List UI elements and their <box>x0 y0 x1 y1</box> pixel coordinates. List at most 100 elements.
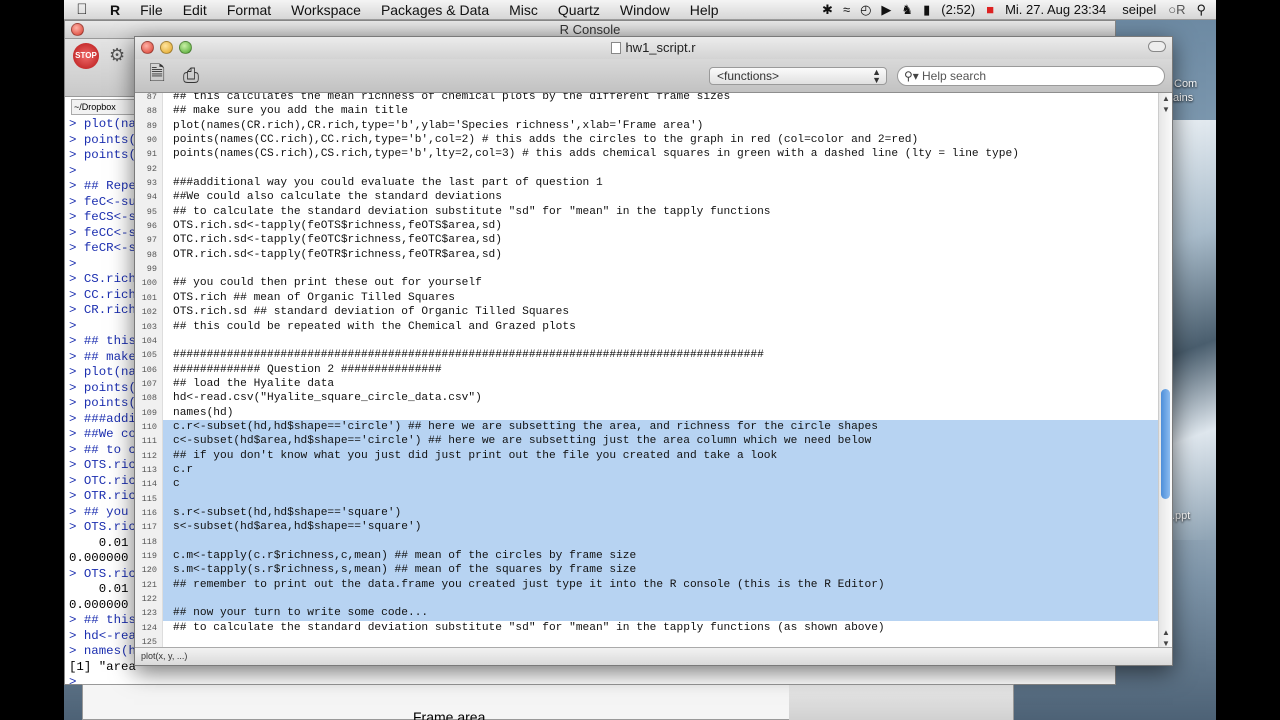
code-line[interactable]: 99 <box>135 262 1159 276</box>
code-text[interactable] <box>163 491 1159 506</box>
help-search-input[interactable]: ⚲▾ Help search <box>897 66 1165 86</box>
code-text[interactable]: ## make sure you add the main title <box>163 104 1159 118</box>
code-line[interactable]: 98 OTR.rich.sd<-tapply(feOTR$richness,feO… <box>135 248 1159 262</box>
code-text[interactable]: OTC.rich.sd<-tapply(feOTC$richness,feOTC… <box>163 233 1159 247</box>
code-text[interactable]: ##We could also calculate the standard d… <box>163 190 1159 204</box>
code-text[interactable]: ## remember to print out the data.frame … <box>163 577 1159 593</box>
wifi-icon[interactable]: ≈ <box>838 2 855 17</box>
code-line[interactable]: 106 ############# Question 2 ############… <box>135 363 1159 377</box>
code-text[interactable]: ## this could be repeated with the Chemi… <box>163 320 1159 334</box>
menu-misc[interactable]: Misc <box>499 2 548 18</box>
code-text[interactable]: OTR.rich.sd<-tapply(feOTR$richness,feOTR… <box>163 248 1159 262</box>
minimize-icon[interactable] <box>160 41 173 54</box>
code-line[interactable]: 114 c <box>135 477 1159 492</box>
code-lines[interactable]: 87 ## this calculates the mean richness o… <box>135 93 1159 649</box>
bluetooth-icon[interactable]: ✱ <box>817 2 838 18</box>
code-text[interactable]: s.m<-tapply(s.r$richness,s,mean) ## mean… <box>163 563 1159 578</box>
console-toolbar-icon[interactable]: ⚙ <box>109 45 135 67</box>
code-text[interactable]: ## load the Hyalite data <box>163 377 1159 391</box>
user-name[interactable]: seipel <box>1112 2 1162 17</box>
code-text[interactable]: OTS.rich ## mean of Organic Tilled Squar… <box>163 291 1159 305</box>
desktop-file-label[interactable]: tains <box>1170 92 1193 104</box>
code-text[interactable]: names(hd) <box>163 406 1159 420</box>
code-line[interactable]: 122 <box>135 592 1159 607</box>
code-line[interactable]: 93 ###additional way you could evaluate t… <box>135 176 1159 190</box>
zoom-icon[interactable] <box>179 41 192 54</box>
code-line[interactable]: 92 <box>135 162 1159 176</box>
code-line[interactable]: 112 ## if you don't know what you just di… <box>135 448 1159 463</box>
code-editor[interactable]: 87 ## this calculates the mean richness o… <box>135 93 1159 649</box>
code-line[interactable]: 100 ## you could then print these out for… <box>135 276 1159 290</box>
scrollbar-thumb[interactable] <box>1161 389 1170 499</box>
code-text[interactable] <box>163 262 1159 276</box>
code-text[interactable]: c.r <box>163 462 1159 478</box>
code-line[interactable]: 94 ##We could also calculate the standard… <box>135 190 1159 204</box>
code-line[interactable]: 119 c.m<-tapply(c.r$richness,c,mean) ## m… <box>135 549 1159 564</box>
code-text[interactable]: ## you could then print these out for yo… <box>163 276 1159 290</box>
scroll-down-icon[interactable]: ▼ <box>1159 105 1173 114</box>
code-line[interactable]: 95 ## to calculate the standard deviation… <box>135 205 1159 219</box>
r-status-menu[interactable]: ○R <box>1162 2 1191 17</box>
print-icon[interactable]: ⎙ <box>177 62 205 90</box>
code-text[interactable]: points(names(CS.rich),CS.rich,type='b',l… <box>163 147 1159 161</box>
code-line[interactable]: 110 c.r<-subset(hd,hd$shape=='circle') ##… <box>135 419 1159 435</box>
code-line[interactable]: 109 names(hd) <box>135 406 1159 420</box>
menu-packages-data[interactable]: Packages & Data <box>371 2 499 18</box>
close-icon[interactable] <box>141 41 154 54</box>
code-text[interactable]: c.r<-subset(hd,hd$shape=='circle') ## he… <box>163 419 1159 435</box>
code-text[interactable] <box>163 592 1159 607</box>
code-line[interactable]: 108 hd<-read.csv("Hyalite_square_circle_d… <box>135 391 1159 405</box>
code-line[interactable]: 97 OTC.rich.sd<-tapply(feOTC$richness,feO… <box>135 233 1159 247</box>
code-line[interactable]: 105 #####################################… <box>135 348 1159 362</box>
menu-app-name[interactable]: R <box>100 2 130 18</box>
code-line[interactable]: 90 points(names(CC.rich),CC.rich,type='b'… <box>135 133 1159 147</box>
console-working-dir[interactable]: ~/Dropbox <box>71 99 141 115</box>
code-text[interactable] <box>163 334 1159 348</box>
input-flag-icon[interactable]: ■ <box>981 2 999 17</box>
battery-time[interactable]: (2:52) <box>935 2 981 17</box>
clock[interactable]: Mi. 27. Aug 23:34 <box>999 2 1112 17</box>
code-text[interactable]: hd<-read.csv("Hyalite_square_circle_data… <box>163 391 1159 405</box>
code-line[interactable]: 104 <box>135 334 1159 348</box>
stop-button[interactable]: STOP <box>73 43 99 69</box>
scroll-up-bottom-icon[interactable]: ▲ <box>1159 628 1173 637</box>
code-line[interactable]: 91 points(names(CS.rich),CS.rich,type='b'… <box>135 147 1159 161</box>
code-text[interactable]: ## if you don't know what you just did j… <box>163 448 1159 463</box>
menu-workspace[interactable]: Workspace <box>281 2 371 18</box>
code-text[interactable]: OTS.rich.sd ## standard deviation of Org… <box>163 305 1159 319</box>
usb-icon[interactable]: ♞ <box>896 2 918 18</box>
code-text[interactable]: ## to calculate the standard deviation s… <box>163 205 1159 219</box>
code-text[interactable]: OTS.rich.sd<-tapply(feOTS$richness,feOTS… <box>163 219 1159 233</box>
menu-quartz[interactable]: Quartz <box>548 2 610 18</box>
timemachine-icon[interactable]: ◴ <box>855 2 876 18</box>
code-text[interactable]: plot(names(CR.rich),CR.rich,type='b',yla… <box>163 119 1159 133</box>
code-line[interactable]: 115 <box>135 491 1159 506</box>
code-line[interactable]: 121 ## remember to print out the data.fra… <box>135 577 1159 593</box>
functions-select[interactable]: <functions> ▲ ▼ <box>709 67 887 85</box>
code-text[interactable]: s<-subset(hd$area,hd$shape=='square') <box>163 520 1159 535</box>
code-text[interactable]: ## to calculate the standard deviation s… <box>163 621 1159 635</box>
code-text[interactable] <box>163 162 1159 176</box>
menu-file[interactable]: File <box>130 2 173 18</box>
code-line[interactable]: 107 ## load the Hyalite data <box>135 377 1159 391</box>
code-line[interactable]: 87 ## this calculates the mean richness o… <box>135 93 1159 104</box>
code-text[interactable]: c <box>163 477 1159 492</box>
code-line[interactable]: 118 <box>135 534 1159 549</box>
code-text[interactable]: s.r<-subset(hd,hd$shape=='square') <box>163 505 1159 521</box>
code-line[interactable]: 120 s.m<-tapply(s.r$richness,s,mean) ## m… <box>135 563 1159 578</box>
code-line[interactable]: 111 c<-subset(hd$area,hd$shape=='circle')… <box>135 434 1159 449</box>
code-line[interactable]: 101 OTS.rich ## mean of Organic Tilled Sq… <box>135 291 1159 305</box>
menu-format[interactable]: Format <box>217 2 281 18</box>
console-close-icon[interactable] <box>71 23 84 36</box>
code-line[interactable]: 96 OTS.rich.sd<-tapply(feOTS$richness,feO… <box>135 219 1159 233</box>
code-line[interactable]: 103 ## this could be repeated with the Ch… <box>135 320 1159 334</box>
code-line[interactable]: 113 c.r <box>135 462 1159 478</box>
menu-window[interactable]: Window <box>610 2 680 18</box>
volume-icon[interactable]: ▶ <box>876 2 896 18</box>
code-text[interactable]: ########################################… <box>163 348 1159 362</box>
toolbar-toggle-icon[interactable] <box>1148 41 1166 52</box>
scroll-up-icon[interactable]: ▲ <box>1159 94 1173 103</box>
code-text[interactable]: points(names(CC.rich),CC.rich,type='b',c… <box>163 133 1159 147</box>
code-text[interactable]: ###additional way you could evaluate the… <box>163 176 1159 190</box>
menu-help[interactable]: Help <box>680 2 729 18</box>
